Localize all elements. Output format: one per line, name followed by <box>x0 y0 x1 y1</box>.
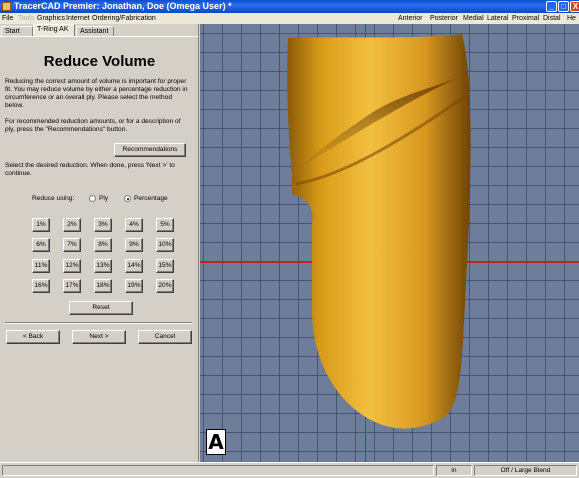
select-instructions: Select the desired reduction. When done,… <box>5 162 175 177</box>
percent-button-11[interactable]: 11% <box>32 259 50 273</box>
percent-button-7[interactable]: 7% <box>63 238 81 252</box>
next-button[interactable]: Next > <box>72 330 126 344</box>
view-posterior-button[interactable]: Posterior <box>430 13 458 24</box>
percent-button-14[interactable]: 14% <box>125 259 143 273</box>
menu-file[interactable]: File <box>2 13 13 24</box>
maximize-button[interactable]: □ <box>558 1 569 12</box>
percent-button-1[interactable]: 1% <box>32 218 50 232</box>
percentage-radio-label[interactable]: Percentage <box>134 194 168 203</box>
percent-button-15[interactable]: 15% <box>156 259 174 273</box>
tab-strip-divider <box>0 36 198 37</box>
menu-ordering[interactable]: Ordering/Fabrication <box>92 13 156 24</box>
close-button[interactable]: X <box>570 1 579 12</box>
menu-internet[interactable]: Internet <box>66 13 90 24</box>
socket-body <box>287 34 471 429</box>
recommendations-hint: For recommended reduction amounts, or fo… <box>5 118 181 133</box>
percent-button-18[interactable]: 18% <box>94 279 112 293</box>
view-indicator: A <box>206 429 226 455</box>
percent-button-19[interactable]: 19% <box>125 279 143 293</box>
view-lateral-button[interactable]: Lateral <box>487 13 508 24</box>
percent-button-5[interactable]: 5% <box>156 218 174 232</box>
status-unit: in <box>436 465 472 476</box>
percent-button-2[interactable]: 2% <box>63 218 81 232</box>
percent-button-4[interactable]: 4% <box>125 218 143 232</box>
recommendations-button[interactable]: Recommendations <box>114 143 186 157</box>
page-title: Reduce Volume <box>43 53 156 70</box>
view-distal-button[interactable]: Distal <box>543 13 561 24</box>
view-proximal-button[interactable]: Proximal <box>512 13 539 24</box>
percent-button-12[interactable]: 12% <box>63 259 81 273</box>
percentage-radio[interactable] <box>124 195 131 202</box>
percent-button-8[interactable]: 8% <box>94 238 112 252</box>
status-bar: in Off / Large Blend <box>0 462 579 478</box>
status-blend: Off / Large Blend <box>474 465 577 476</box>
ply-radio-label[interactable]: Ply <box>99 194 108 203</box>
status-pane-main <box>2 465 434 476</box>
percent-button-13[interactable]: 13% <box>94 259 112 273</box>
back-button[interactable]: < Back <box>6 330 60 344</box>
ply-radio[interactable] <box>89 195 96 202</box>
title-bar: TracerCAD Premier: Jonathan, Doe (Omega … <box>0 0 579 13</box>
menu-bar: File Tools Graphics Internet Ordering/Fa… <box>0 13 579 24</box>
minimize-button[interactable]: _ <box>546 1 557 12</box>
view-medial-button[interactable]: Medial <box>463 13 484 24</box>
socket-model[interactable] <box>200 24 579 462</box>
intro-text: Reducing the correct amount of volume is… <box>5 78 188 109</box>
menu-tools[interactable]: Tools <box>18 13 34 24</box>
percent-button-3[interactable]: 3% <box>94 218 112 232</box>
3d-viewport[interactable]: A <box>200 24 579 462</box>
view-more-button[interactable]: He <box>567 13 576 24</box>
percent-button-16[interactable]: 16% <box>32 279 50 293</box>
percent-button-9[interactable]: 9% <box>125 238 143 252</box>
percent-button-17[interactable]: 17% <box>63 279 81 293</box>
reduce-using-label: Reduce using: <box>32 195 75 202</box>
percent-button-20[interactable]: 20% <box>156 279 174 293</box>
cancel-button[interactable]: Cancel <box>138 330 192 344</box>
menu-graphics[interactable]: Graphics <box>37 13 65 24</box>
window-title: TracerCAD Premier: Jonathan, Doe (Omega … <box>14 1 232 11</box>
view-anterior-button[interactable]: Anterior <box>398 13 423 24</box>
button-separator <box>5 322 192 324</box>
reset-button[interactable]: Reset <box>69 301 133 315</box>
app-icon <box>2 2 11 11</box>
percent-button-10[interactable]: 10% <box>156 238 174 252</box>
percent-button-6[interactable]: 6% <box>32 238 50 252</box>
